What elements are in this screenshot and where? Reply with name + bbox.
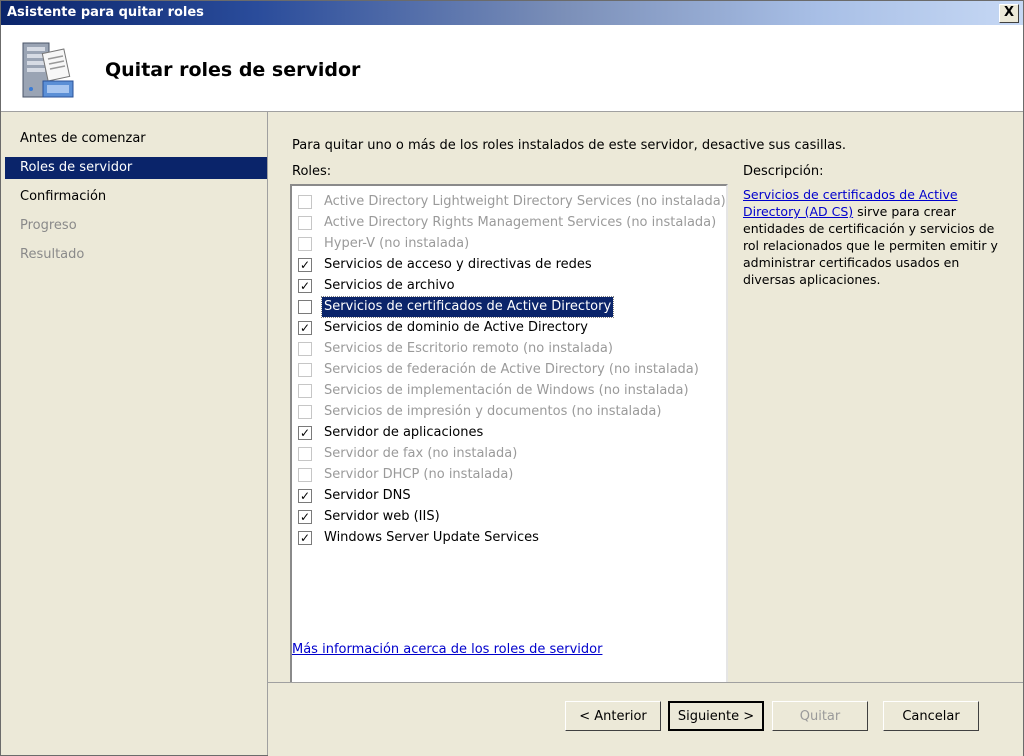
more-info-link[interactable]: Más información acerca de los roles de s… [292,642,602,657]
role-label: Servicios de federación de Active Direct… [324,362,699,377]
role-label: Servicios de archivo [324,278,455,293]
checked-checkbox[interactable]: ✓ [298,489,312,503]
nav-item-resultado: Resultado [20,247,85,262]
role-label: Servidor de fax (no instalada) [324,446,518,461]
description-label: Descripción: [743,164,824,179]
nav-item-progreso: Progreso [20,218,77,233]
roles-label: Roles: [292,164,332,179]
role-label: Servicios de Escritorio remoto (no insta… [324,341,613,356]
title-bar[interactable]: Asistente para quitar roles X [1,1,1023,25]
wizard-footer: < Anterior Siguiente > Quitar Cancelar [268,682,1023,756]
wizard-window: Asistente para quitar roles X Quitar rol… [0,0,1024,756]
back-button[interactable]: < Anterior [565,701,661,731]
checkbox [298,468,312,482]
role-label: Servicios de implementación de Windows (… [324,383,689,398]
role-label: Windows Server Update Services [324,530,539,545]
role-label: Active Directory Lightweight Directory S… [324,194,726,209]
role-label: Servicios de certificados de Active Dire… [320,296,615,318]
role-label: Servidor DNS [324,488,411,503]
role-label: Servidor web (IIS) [324,509,440,524]
checkbox [298,447,312,461]
role-label: Servidor DHCP (no instalada) [324,467,514,482]
close-button[interactable]: X [999,4,1019,23]
checked-checkbox[interactable]: ✓ [298,531,312,545]
role-label: Servicios de acceso y directivas de rede… [324,257,592,272]
checkbox[interactable] [298,300,312,314]
role-label: Servicios de dominio de Active Directory [324,320,588,335]
nav-item-confirmacion[interactable]: Confirmación [5,186,267,208]
window-title: Asistente para quitar roles [7,5,204,20]
next-button[interactable]: Siguiente > [668,701,764,731]
description-text: Servicios de certificados de Active Dire… [743,186,998,288]
page-title: Quitar roles de servidor [105,59,361,81]
role-label: Servicios de impresión y documentos (no … [324,404,662,419]
wizard-steps-nav: Antes de comenzar Roles de servidor Conf… [1,112,268,755]
checkbox [298,237,312,251]
checkbox [298,384,312,398]
checkbox [298,363,312,377]
server-roles-icon [22,42,74,98]
checked-checkbox[interactable]: ✓ [298,426,312,440]
role-label: Active Directory Rights Management Servi… [324,215,717,230]
nav-item-antes-de-comenzar[interactable]: Antes de comenzar [5,128,267,150]
wizard-content: Para quitar uno o más de los roles insta… [268,112,1023,728]
cancel-button[interactable]: Cancelar [883,701,979,731]
wizard-header: Quitar roles de servidor [1,25,1023,112]
role-label: Servidor de aplicaciones [324,425,484,440]
checked-checkbox[interactable]: ✓ [298,321,312,335]
checkbox [298,405,312,419]
instructions-text: Para quitar uno o más de los roles insta… [292,138,847,153]
checkbox [298,342,312,356]
checked-checkbox[interactable]: ✓ [298,279,312,293]
checked-checkbox[interactable]: ✓ [298,510,312,524]
role-label: Hyper-V (no instalada) [324,236,470,251]
checkbox [298,195,312,209]
checked-checkbox[interactable]: ✓ [298,258,312,272]
nav-item-roles-de-servidor[interactable]: Roles de servidor [5,157,267,179]
remove-button: Quitar [772,701,868,731]
checkbox [298,216,312,230]
